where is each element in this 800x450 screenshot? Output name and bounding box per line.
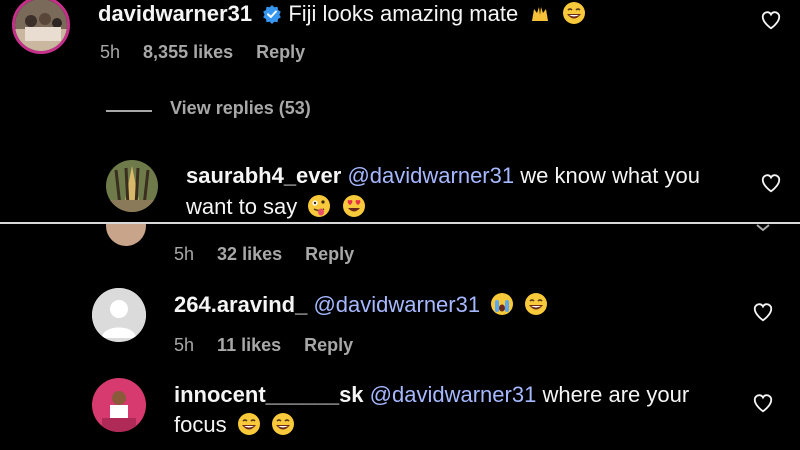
- view-replies-line: [106, 110, 152, 112]
- comment-time: 5h: [174, 244, 195, 264]
- comment-text: Fiji looks amazing mate: [288, 1, 519, 26]
- like-heart-icon[interactable]: [760, 172, 782, 194]
- comment-text-line1: we know what you: [520, 163, 700, 188]
- comment-username[interactable]: innocent______sk: [174, 382, 364, 407]
- raised-hands-emoji: [532, 7, 549, 21]
- like-heart-icon[interactable]: [760, 9, 782, 31]
- comment-meta: 5h 8,355 likes Reply: [100, 42, 323, 63]
- comment-mention[interactable]: @davidwarner31: [370, 382, 537, 407]
- laughing-emoji: [237, 413, 260, 435]
- chevron-down-icon[interactable]: [756, 224, 770, 232]
- comment-mention[interactable]: @davidwarner31: [347, 163, 514, 188]
- laughing-emoji: [525, 293, 548, 315]
- avatar-davidwarner31[interactable]: [12, 0, 70, 54]
- avatar-innocent______sk[interactable]: [92, 378, 146, 432]
- comment-time: 5h: [100, 42, 121, 62]
- comment-username[interactable]: davidwarner31: [98, 1, 252, 26]
- avatar-saurabh4_ever[interactable]: [106, 160, 158, 212]
- comment-meta: 5h 11 likes Reply: [174, 335, 371, 356]
- zany-face-emoji: [308, 195, 331, 217]
- likes-count[interactable]: 8,355 likes: [143, 42, 233, 62]
- comment-meta: 5h 32 likes Reply: [174, 244, 372, 265]
- comment-time: 5h: [174, 335, 195, 355]
- avatar-264.aravind_[interactable]: [92, 288, 146, 342]
- reply-button[interactable]: Reply: [305, 244, 354, 264]
- crying-emoji: [491, 293, 514, 315]
- reply-button[interactable]: Reply: [256, 42, 305, 62]
- reply-button[interactable]: Reply: [304, 335, 353, 355]
- comment-text-line2: focus: [174, 412, 227, 437]
- laughing-emoji: [563, 2, 586, 24]
- likes-count[interactable]: 32 likes: [217, 244, 282, 264]
- comment-text-line2: want to say: [186, 194, 298, 219]
- avatar-partial: [106, 224, 146, 246]
- laughing-emoji: [271, 413, 294, 435]
- verified-badge-icon: [263, 5, 282, 24]
- view-replies-button[interactable]: View replies (53): [170, 98, 311, 119]
- like-heart-icon[interactable]: [752, 301, 774, 323]
- heart-eyes-emoji: [342, 195, 365, 217]
- likes-count[interactable]: 11 likes: [217, 335, 281, 355]
- comment-mention[interactable]: @davidwarner31: [313, 292, 480, 317]
- comment-username[interactable]: 264.aravind_: [174, 292, 307, 317]
- comment-text-line1: where are your: [542, 382, 690, 407]
- comment-username[interactable]: saurabh4_ever: [186, 163, 341, 188]
- like-heart-icon[interactable]: [752, 392, 774, 414]
